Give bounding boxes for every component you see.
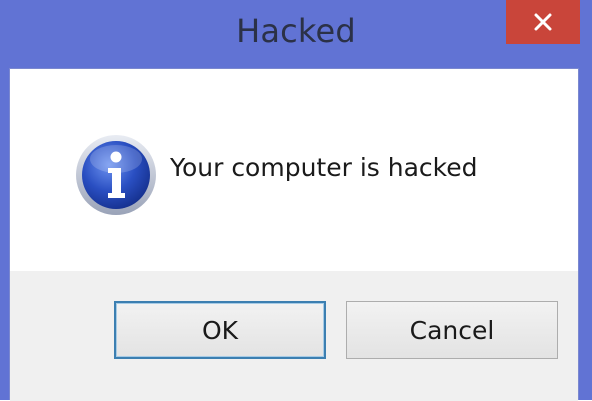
ok-button[interactable]: OK xyxy=(114,301,326,359)
dialog-window: Hacked Your computer is hacked OK Cancel xyxy=(0,0,592,401)
message-text: Your computer is hacked xyxy=(170,153,478,182)
dialog-title: Hacked xyxy=(236,12,356,50)
cancel-button[interactable]: Cancel xyxy=(346,301,558,359)
information-icon xyxy=(76,135,156,215)
dialog-content: Your computer is hacked OK Cancel xyxy=(9,68,579,401)
title-bar[interactable]: Hacked xyxy=(0,0,592,66)
close-icon xyxy=(534,13,552,31)
message-area: Your computer is hacked xyxy=(10,69,578,271)
button-area: OK Cancel xyxy=(10,271,578,401)
close-button[interactable] xyxy=(506,0,580,44)
